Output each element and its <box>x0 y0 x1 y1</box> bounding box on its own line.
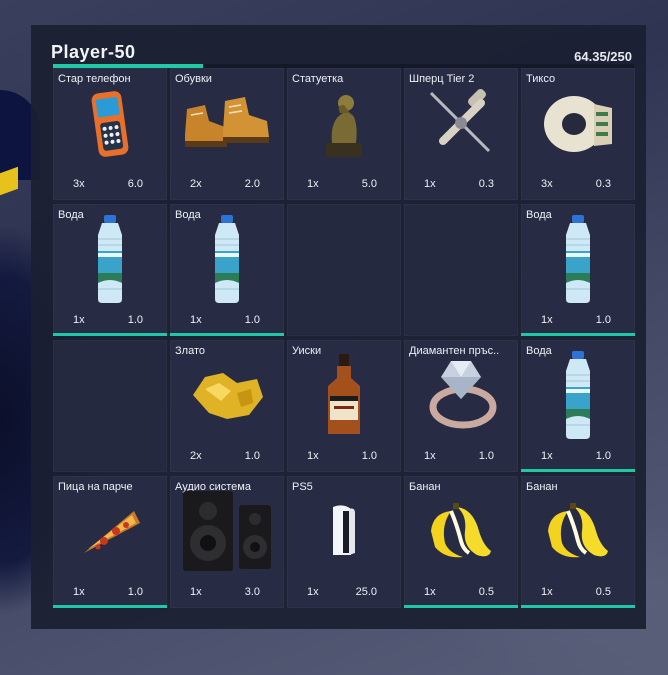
item-quantity: 1x <box>73 586 85 598</box>
water-bottle-icon <box>90 213 130 305</box>
item-weight: 0.3 <box>595 178 611 190</box>
inventory-slot-empty[interactable] <box>404 204 518 336</box>
item-quantity: 1x <box>307 178 319 190</box>
item-weight: 5.0 <box>361 178 377 190</box>
item-weight: 1.0 <box>127 586 143 598</box>
inventory-slot[interactable]: Вода 1x 1.0 <box>170 204 284 336</box>
item-quantity: 1x <box>424 586 436 598</box>
item-name: Злато <box>175 345 205 357</box>
speakers-icon <box>179 487 275 575</box>
weight-readout: 64.35/250 <box>574 49 632 64</box>
inventory-slot-empty[interactable] <box>287 204 401 336</box>
item-weight: 2.0 <box>244 178 260 190</box>
ps5-icon <box>329 503 359 559</box>
item-name: Банан <box>526 481 558 493</box>
item-weight: 3.0 <box>244 586 260 598</box>
item-durability-bar <box>521 333 635 336</box>
inventory-slot[interactable]: PS5 1x 25.0 <box>287 476 401 608</box>
inventory-slot[interactable]: Банан 1x 0.5 <box>521 476 635 608</box>
item-quantity: 1x <box>541 450 553 462</box>
item-quantity: 1x <box>541 586 553 598</box>
diamond-ring-icon <box>419 355 503 435</box>
old-phone-icon <box>85 86 135 160</box>
item-weight: 1.0 <box>127 314 143 326</box>
inventory-slot[interactable]: Банан 1x 0.5 <box>404 476 518 608</box>
inventory-grid: Стар телефон 3x 6.0 Обувки 2x 2.0 Статуетка … <box>53 68 635 608</box>
item-weight: 1.0 <box>361 450 377 462</box>
player-name: Player-50 <box>51 42 136 62</box>
item-quantity: 2x <box>190 178 202 190</box>
item-durability-bar <box>170 333 284 336</box>
item-quantity: 1x <box>307 586 319 598</box>
statue-icon <box>314 83 374 163</box>
item-name: Пица на парче <box>58 481 133 493</box>
item-durability-bar <box>53 605 167 608</box>
inventory-slot[interactable]: Злато 2x 1.0 <box>170 340 284 472</box>
item-name: Стар телефон <box>58 73 131 85</box>
item-quantity: 2x <box>190 450 202 462</box>
item-weight: 1.0 <box>244 450 260 462</box>
inventory-slot[interactable]: Шперц Tier 2 1x 0.3 <box>404 68 518 200</box>
inventory-slot[interactable]: Аудио система 1x 3.0 <box>170 476 284 608</box>
item-quantity: 1x <box>73 314 85 326</box>
inventory-slot[interactable]: Вода 1x 1.0 <box>521 204 635 336</box>
banana-icon <box>544 501 612 561</box>
inventory-slot[interactable]: Тиксо 3x 0.3 <box>521 68 635 200</box>
item-weight: 0.5 <box>478 586 494 598</box>
inventory-slot[interactable]: Пица на парче 1x 1.0 <box>53 476 167 608</box>
item-weight: 6.0 <box>127 178 143 190</box>
item-weight: 1.0 <box>244 314 260 326</box>
item-quantity: 1x <box>307 450 319 462</box>
item-durability-bar <box>404 605 518 608</box>
item-quantity: 1x <box>424 178 436 190</box>
water-bottle-icon <box>207 213 247 305</box>
lockpick-icon <box>421 83 501 163</box>
gold-nugget-icon <box>187 365 267 425</box>
inventory-slot[interactable]: Вода 1x 1.0 <box>53 204 167 336</box>
pizza-slice-icon <box>78 505 142 557</box>
inventory-slot[interactable]: Уиски 1x 1.0 <box>287 340 401 472</box>
item-quantity: 1x <box>190 586 202 598</box>
item-weight: 0.5 <box>595 586 611 598</box>
item-quantity: 3x <box>541 178 553 190</box>
item-weight: 25.0 <box>355 586 377 598</box>
item-name: Обувки <box>175 73 212 85</box>
item-weight: 0.3 <box>478 178 494 190</box>
item-durability-bar <box>521 469 635 472</box>
item-name: PS5 <box>292 481 313 493</box>
item-weight: 1.0 <box>595 314 611 326</box>
item-durability-bar <box>521 605 635 608</box>
inventory-panel: Player-50 64.35/250 Стар телефон 3x 6.0 Об… <box>31 25 646 629</box>
whiskey-icon <box>322 352 366 438</box>
banana-icon <box>427 501 495 561</box>
water-bottle-icon <box>558 213 598 305</box>
inventory-slot[interactable]: Статуетка 1x 5.0 <box>287 68 401 200</box>
boots-icon <box>179 91 275 155</box>
item-weight: 1.0 <box>478 450 494 462</box>
inventory-slot[interactable]: Диамантен пръс.. 1x 1.0 <box>404 340 518 472</box>
item-quantity: 3x <box>73 178 85 190</box>
item-quantity: 1x <box>190 314 202 326</box>
item-durability-bar <box>53 333 167 336</box>
item-quantity: 1x <box>541 314 553 326</box>
vehicle-light <box>0 166 18 196</box>
inventory-slot[interactable]: Вода 1x 1.0 <box>521 340 635 472</box>
item-name: Банан <box>409 481 441 493</box>
inventory-slot-empty[interactable] <box>53 340 167 472</box>
inventory-slot[interactable]: Обувки 2x 2.0 <box>170 68 284 200</box>
tape-icon <box>540 88 616 158</box>
inventory-slot[interactable]: Стар телефон 3x 6.0 <box>53 68 167 200</box>
item-weight: 1.0 <box>595 450 611 462</box>
water-bottle-icon <box>558 349 598 441</box>
item-quantity: 1x <box>424 450 436 462</box>
item-name: Тиксо <box>526 73 556 85</box>
